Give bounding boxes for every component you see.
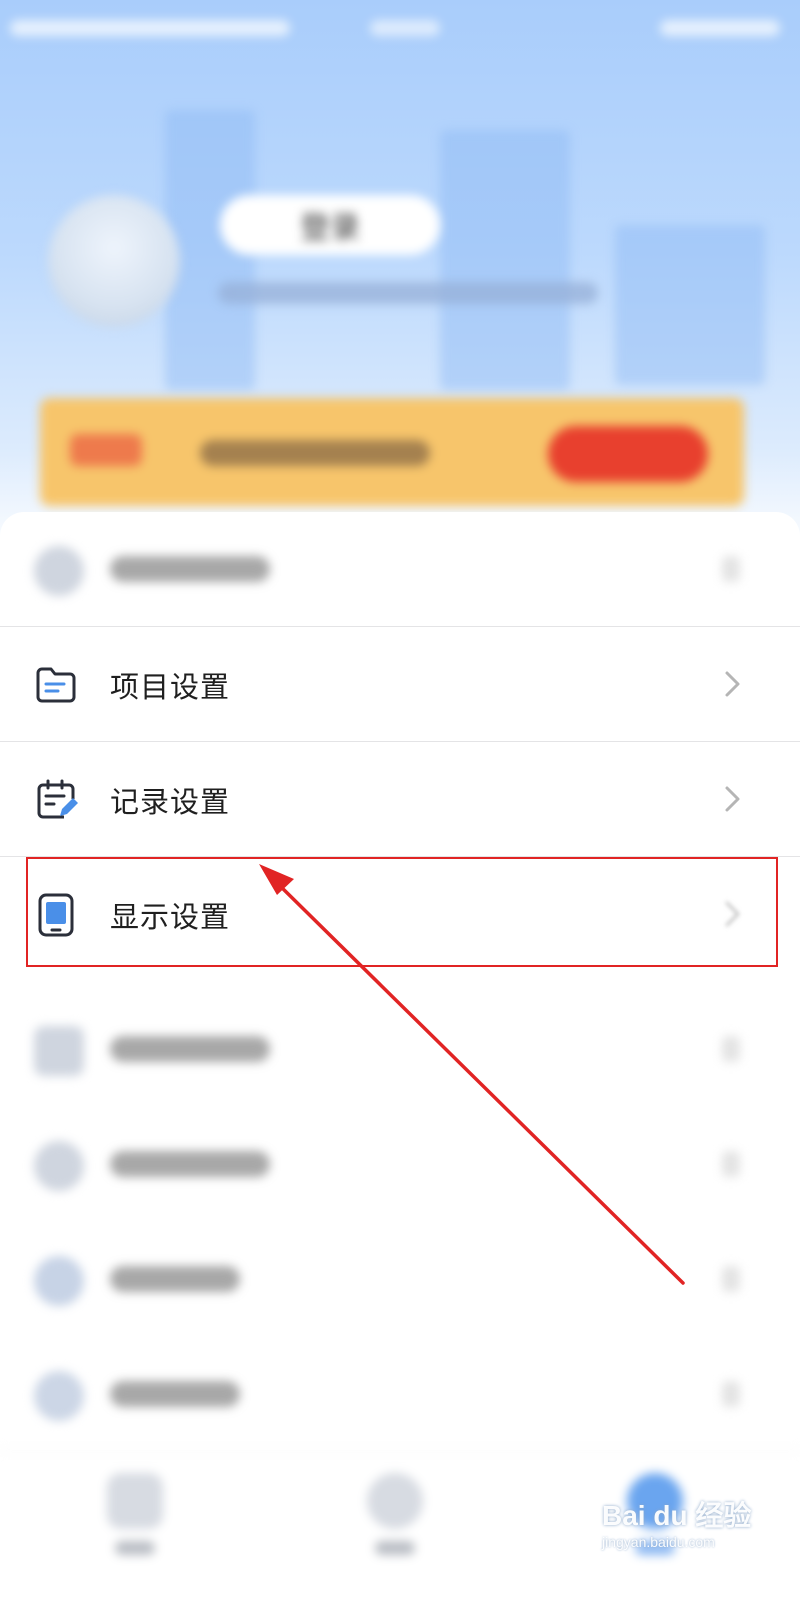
home-icon [107, 1473, 163, 1529]
chevron-right-icon [722, 556, 740, 582]
user-icon [34, 546, 84, 596]
settings-row-blurred-4[interactable] [0, 1222, 800, 1337]
vip-logo-icon [70, 434, 142, 466]
chart-icon [34, 1026, 84, 1076]
settings-row-blurred-1[interactable] [0, 512, 800, 627]
watermark: Bai du 经验 jingyan.baidu.com [602, 1494, 782, 1564]
profile-signature [218, 282, 598, 304]
settings-item-label: 记录设置 [110, 785, 231, 819]
chevron-right-icon [722, 1266, 740, 1292]
login-button[interactable]: 登录 [220, 195, 440, 255]
settings-row-blurred-2[interactable] [0, 992, 800, 1107]
status-bar [10, 14, 790, 42]
settings-icon [34, 1371, 84, 1421]
profile-header: 登录 [0, 0, 800, 560]
nav-tab-discover[interactable] [365, 1473, 425, 1573]
highlight-box [26, 857, 778, 967]
vip-banner-text [200, 440, 430, 466]
watermark-main: Bai du 经验 [602, 1500, 752, 1531]
chevron-right-icon [725, 671, 740, 697]
discover-icon [367, 1473, 423, 1529]
folder-icon [36, 667, 76, 703]
login-label: 登录 [300, 211, 360, 246]
settings-item-record[interactable]: 记录设置 [0, 742, 800, 857]
vip-open-button[interactable] [548, 426, 708, 482]
nav-tab-home[interactable] [105, 1473, 165, 1573]
settings-row-blurred-3[interactable] [0, 1107, 800, 1222]
avatar[interactable] [48, 195, 180, 327]
info-icon [34, 1256, 84, 1306]
vip-banner[interactable] [40, 398, 744, 506]
calendar-edit-icon [37, 779, 78, 819]
watermark-sub: jingyan.baidu.com [602, 1534, 715, 1550]
clock-icon [34, 1141, 84, 1191]
chevron-right-icon [725, 786, 740, 812]
settings-item-project[interactable]: 项目设置 [0, 627, 800, 742]
settings-row-blurred-5[interactable] [0, 1337, 800, 1452]
settings-list: 项目设置 记录设置 显示设置 [0, 512, 800, 1460]
chevron-right-icon [722, 1036, 740, 1062]
settings-item-label: 项目设置 [110, 670, 231, 704]
chevron-right-icon [722, 1381, 740, 1407]
chevron-right-icon [722, 1151, 740, 1177]
